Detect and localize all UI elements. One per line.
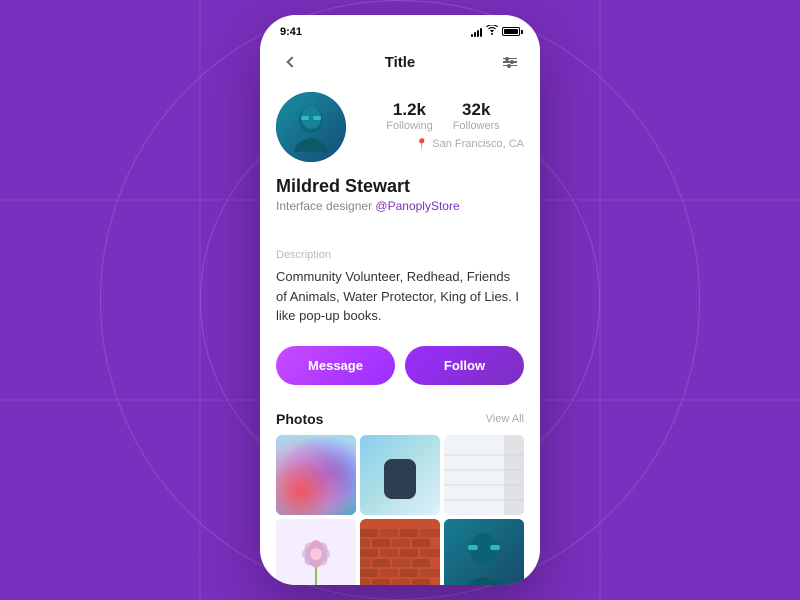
status-icons xyxy=(471,25,520,38)
chevron-left-icon xyxy=(286,56,297,67)
nav-title: Title xyxy=(385,54,416,71)
avatar-image xyxy=(276,92,346,162)
mention-link[interactable]: @PanoplyStore xyxy=(375,199,459,213)
description-section: Description Community Volunteer, Redhead… xyxy=(260,237,540,338)
following-label: Following xyxy=(386,120,432,132)
photo-item-4[interactable] xyxy=(276,519,356,586)
wifi-icon xyxy=(486,25,498,38)
bio-text: Interface designer xyxy=(276,199,372,213)
photo-item-5[interactable] xyxy=(360,519,440,586)
settings-button[interactable] xyxy=(496,48,524,76)
following-count: 1.2k xyxy=(386,100,432,120)
view-all-button[interactable]: View All xyxy=(486,413,524,425)
status-bar: 9:41 xyxy=(260,15,540,44)
avatar xyxy=(276,92,346,162)
avatar-container xyxy=(276,92,346,162)
stats-container: 1.2k Following 32k Followers xyxy=(362,92,524,132)
profile-info: Mildred Stewart Interface designer @Pano… xyxy=(276,172,524,221)
follow-button[interactable]: Follow xyxy=(405,346,524,385)
followers-count: 32k xyxy=(453,100,500,120)
location-text: San Francisco, CA xyxy=(432,138,524,150)
description-text: Community Volunteer, Redhead, Friends of… xyxy=(276,267,524,326)
back-button[interactable] xyxy=(276,48,304,76)
photos-section: Photos View All xyxy=(260,401,540,586)
nav-bar: Title xyxy=(260,44,540,84)
signal-icon xyxy=(471,27,482,37)
profile-section: 1.2k Following 32k Followers 📍 San Franc… xyxy=(260,84,540,237)
photos-title: Photos xyxy=(276,411,323,427)
followers-label: Followers xyxy=(453,120,500,132)
photos-grid xyxy=(276,435,524,586)
message-button[interactable]: Message xyxy=(276,346,395,385)
location-pin-icon: 📍 xyxy=(416,139,428,150)
sliders-icon xyxy=(503,58,517,67)
photo-item-3[interactable] xyxy=(444,435,524,515)
following-stat: 1.2k Following xyxy=(386,100,432,132)
profile-header: 1.2k Following 32k Followers 📍 San Franc… xyxy=(276,92,524,162)
followers-stat: 32k Followers xyxy=(453,100,500,132)
phone-frame: 9:41 Title xyxy=(260,15,540,585)
photo-item-1[interactable] xyxy=(276,435,356,515)
description-label: Description xyxy=(276,249,524,261)
profile-bio: Interface designer @PanoplyStore xyxy=(276,199,524,213)
stats-area: 1.2k Following 32k Followers 📍 San Franc… xyxy=(362,92,524,150)
profile-name: Mildred Stewart xyxy=(276,176,524,197)
location: 📍 San Francisco, CA xyxy=(362,138,524,150)
photo-item-6[interactable] xyxy=(444,519,524,586)
action-buttons: Message Follow xyxy=(260,338,540,401)
photo-item-2[interactable] xyxy=(360,435,440,515)
time-display: 9:41 xyxy=(280,26,302,38)
battery-icon xyxy=(502,27,520,36)
photos-header: Photos View All xyxy=(276,411,524,427)
